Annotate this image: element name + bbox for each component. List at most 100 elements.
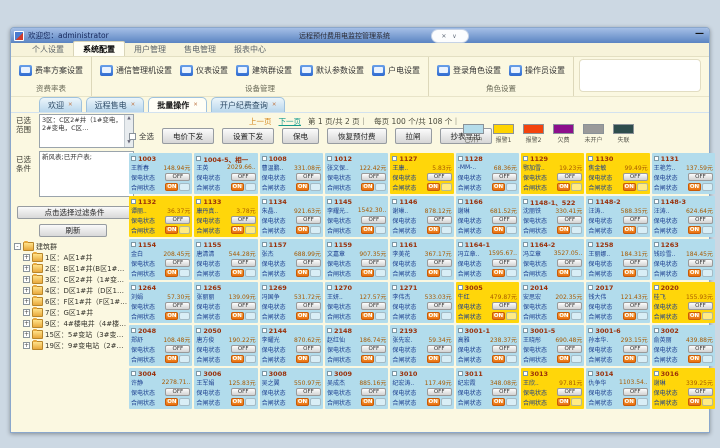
protect-off-button[interactable]: OFF — [361, 302, 386, 310]
card-checkbox[interactable] — [523, 242, 528, 247]
card-checkbox[interactable] — [392, 199, 397, 204]
switch-on-button[interactable]: ON — [492, 183, 505, 191]
card-checkbox[interactable] — [392, 328, 397, 333]
switch-on-button[interactable]: ON — [623, 312, 636, 320]
meter-card[interactable]: 1128 -MM-.. 68.36元 保电状态 OFF 合闸状态 ON — [456, 153, 519, 194]
menu-tab[interactable]: 售电管理 — [175, 42, 225, 56]
protect-off-button[interactable]: OFF — [492, 259, 517, 267]
protect-off-button[interactable]: OFF — [557, 173, 582, 181]
card-checkbox[interactable] — [523, 371, 528, 376]
meter-card[interactable]: 1157 张杰 688.99元 保电状态 OFF 合闸状态 ON — [260, 239, 323, 280]
card-checkbox[interactable] — [196, 371, 201, 376]
switch-on-button[interactable]: ON — [492, 312, 505, 320]
meter-card[interactable]: 1265 张丽丽 139.09元 保电状态 OFF 合闸状态 ON — [194, 282, 257, 323]
meter-card[interactable]: 2050 唐方俊 190.22元 保电状态 OFF 合闸状态 ON — [194, 325, 257, 366]
protect-off-button[interactable]: OFF — [623, 302, 648, 310]
refresh-button[interactable]: 刷新 — [39, 224, 107, 237]
document-tab[interactable]: 批量操作✕ — [148, 97, 207, 112]
protect-off-button[interactable]: OFF — [361, 216, 386, 224]
protect-off-button[interactable]: OFF — [165, 259, 190, 267]
batch-action-button[interactable]: 拉闸 — [395, 128, 432, 144]
protect-off-button[interactable]: OFF — [165, 216, 190, 224]
card-checkbox[interactable] — [523, 328, 528, 333]
switch-on-button[interactable]: ON — [361, 226, 374, 234]
card-checkbox[interactable] — [196, 156, 201, 161]
meter-card[interactable]: 1003 王新春 148.94元 保电状态 OFF 合闸状态 ON — [129, 153, 192, 194]
switch-on-button[interactable]: ON — [688, 312, 701, 320]
meter-card[interactable]: 3011 纪宏霞 348.08元 保电状态 OFF 合闸状态 ON — [456, 368, 519, 409]
expand-icon[interactable]: + — [23, 265, 30, 272]
protect-off-button[interactable]: OFF — [492, 345, 517, 353]
card-checkbox[interactable] — [196, 328, 201, 333]
card-checkbox[interactable] — [654, 199, 659, 204]
protect-off-button[interactable]: OFF — [427, 345, 452, 353]
card-checkbox[interactable] — [654, 328, 659, 333]
meter-card[interactable]: 1129 鄂加雪.. 19.23元 保电状态 OFF 合闸状态 ON — [521, 153, 584, 194]
protect-off-button[interactable]: OFF — [492, 302, 517, 310]
meter-card[interactable]: 1148-1、522 沈丽铁 330.41元 保电状态 OFF 合闸状态 ON — [521, 196, 584, 237]
protect-off-button[interactable]: OFF — [231, 302, 256, 310]
tree-node[interactable]: + 6区：F区1#井（F区1#… — [14, 296, 135, 307]
switch-on-button[interactable]: ON — [296, 355, 309, 363]
switch-on-button[interactable]: ON — [492, 355, 505, 363]
meter-card[interactable]: 3006 王军娟 125.83元 保电状态 OFF 合闸状态 ON — [194, 368, 257, 409]
expand-icon[interactable]: + — [23, 331, 30, 338]
protect-off-button[interactable]: OFF — [427, 259, 452, 267]
switch-on-button[interactable]: ON — [231, 269, 244, 277]
switch-on-button[interactable]: ON — [296, 312, 309, 320]
switch-on-button[interactable]: ON — [688, 355, 701, 363]
ribbon-collapse-control[interactable]: ✕ ∨ — [431, 29, 469, 43]
card-checkbox[interactable] — [392, 371, 397, 376]
tab-close-icon[interactable]: ✕ — [68, 102, 73, 108]
card-checkbox[interactable] — [458, 156, 463, 161]
card-checkbox[interactable] — [523, 285, 528, 290]
meter-card[interactable]: 3001-6 孙本华. 293.15元 保电状态 OFF 合闸状态 ON — [586, 325, 649, 366]
card-checkbox[interactable] — [262, 199, 267, 204]
switch-on-button[interactable]: ON — [231, 183, 244, 191]
switch-on-button[interactable]: ON — [688, 269, 701, 277]
switch-on-button[interactable]: ON — [688, 183, 701, 191]
meter-card[interactable]: 1148-2 汪涛.. 588.35元 保电状态 OFF 合闸状态 ON — [586, 196, 649, 237]
tree-node[interactable]: + 9区：4#楼电井（4#楼… — [14, 318, 135, 329]
ribbon-button[interactable]: 建筑群设置 — [232, 63, 296, 78]
meter-card[interactable]: 1164-2 冯立章 3527.05.. 保电状态 OFF 合闸状态 ON — [521, 239, 584, 280]
card-checkbox[interactable] — [327, 242, 332, 247]
switch-on-button[interactable]: ON — [427, 312, 440, 320]
protect-off-button[interactable]: OFF — [557, 259, 582, 267]
protect-off-button[interactable]: OFF — [296, 216, 321, 224]
tab-close-icon[interactable]: ✕ — [272, 102, 277, 108]
protect-off-button[interactable]: OFF — [688, 216, 713, 224]
switch-on-button[interactable]: ON — [492, 226, 505, 234]
expand-icon[interactable]: + — [23, 342, 30, 349]
card-checkbox[interactable] — [588, 199, 593, 204]
switch-on-button[interactable]: ON — [492, 269, 505, 277]
choose-filter-button[interactable]: 点击选择过滤条件 — [17, 206, 132, 219]
card-checkbox[interactable] — [131, 285, 136, 290]
switch-on-button[interactable]: ON — [165, 226, 178, 234]
card-checkbox[interactable] — [196, 285, 201, 290]
protect-off-button[interactable]: OFF — [557, 216, 582, 224]
meter-card[interactable]: 1133 康丹真.. 3.78元 保电状态 OFF 合闸状态 ON — [194, 196, 257, 237]
meter-card[interactable]: 3016 谢琳 339.25元 保电状态 OFF 合闸状态 ON — [652, 368, 715, 409]
card-checkbox[interactable] — [392, 242, 397, 247]
tree-node[interactable]: + 19区：9#变电站（2#… — [14, 340, 135, 351]
switch-on-button[interactable]: ON — [492, 398, 505, 406]
protect-off-button[interactable]: OFF — [427, 216, 452, 224]
protect-off-button[interactable]: OFF — [492, 216, 517, 224]
protect-off-button[interactable]: OFF — [231, 216, 256, 224]
switch-on-button[interactable]: ON — [557, 226, 570, 234]
protect-off-button[interactable]: OFF — [688, 388, 713, 396]
protect-off-button[interactable]: OFF — [492, 173, 517, 181]
protect-off-button[interactable]: OFF — [361, 388, 386, 396]
meter-card[interactable]: 1155 唐清清 544.28元 保电状态 OFF 合闸状态 ON — [194, 239, 257, 280]
card-checkbox[interactable] — [131, 242, 136, 247]
card-checkbox[interactable] — [458, 328, 463, 333]
protect-off-button[interactable]: OFF — [165, 388, 190, 396]
card-checkbox[interactable] — [654, 156, 659, 161]
prev-page-link[interactable]: 上一页 — [249, 116, 272, 127]
protect-off-button[interactable]: OFF — [165, 345, 190, 353]
switch-on-button[interactable]: ON — [361, 355, 374, 363]
switch-on-button[interactable]: ON — [165, 183, 178, 191]
tab-close-icon[interactable]: ✕ — [193, 102, 198, 108]
card-checkbox[interactable] — [654, 242, 659, 247]
